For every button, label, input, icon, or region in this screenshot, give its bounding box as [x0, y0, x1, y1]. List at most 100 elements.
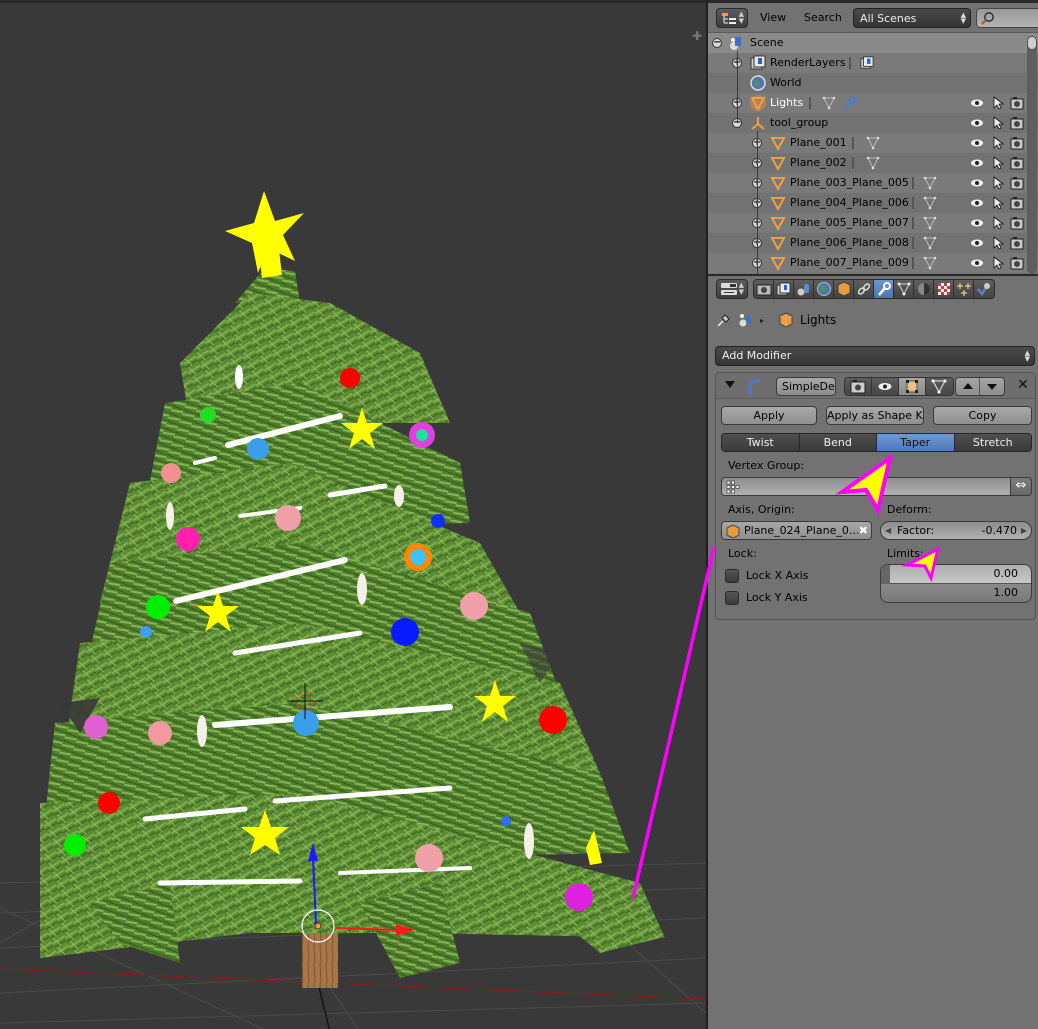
search-menu[interactable]: Search: [804, 11, 842, 24]
visibility-eye-icon[interactable]: [970, 256, 984, 270]
mesh-data-icon[interactable]: [923, 236, 937, 250]
outliner-row-tool-group[interactable]: − tool_group: [708, 113, 1038, 133]
selectability-cursor-icon[interactable]: [991, 196, 1005, 210]
clear-field-x-icon[interactable]: ✖: [859, 522, 868, 539]
selectability-cursor-icon[interactable]: [991, 236, 1005, 250]
mode-stretch[interactable]: Stretch: [954, 434, 1031, 451]
viewport-region-plus-icon[interactable]: ✚: [690, 29, 704, 43]
renderability-camera-icon[interactable]: [1010, 236, 1024, 250]
visibility-eye-icon[interactable]: [970, 116, 984, 130]
modifier-display-toggles: [844, 377, 954, 396]
renderability-camera-icon[interactable]: [1010, 196, 1024, 210]
outliner-search-input[interactable]: [976, 8, 1038, 28]
collapse-icon[interactable]: −: [712, 38, 722, 48]
modifier-wrench-icon[interactable]: [843, 96, 857, 110]
outliner-scrollbar[interactable]: [1027, 36, 1037, 274]
renderability-camera-icon[interactable]: [1010, 116, 1024, 130]
selectability-cursor-icon[interactable]: [991, 156, 1005, 170]
tab-modifiers[interactable]: [874, 280, 894, 298]
visibility-eye-icon[interactable]: [970, 236, 984, 250]
mode-bend[interactable]: Bend: [799, 434, 877, 451]
limit-max-slider[interactable]: 1.00: [881, 584, 1031, 602]
selectability-cursor-icon[interactable]: [991, 216, 1005, 230]
selectability-cursor-icon[interactable]: [991, 176, 1005, 190]
display-mode-select[interactable]: All Scenes ▲ ▼: [853, 8, 971, 28]
view-menu[interactable]: View: [760, 11, 786, 24]
tab-world[interactable]: [814, 280, 834, 298]
renderability-camera-icon[interactable]: [1010, 96, 1024, 110]
tab-material[interactable]: [914, 280, 934, 298]
move-down-button[interactable]: [980, 378, 1004, 395]
outliner-row-renderlayers[interactable]: + RenderLayers: [708, 53, 1038, 73]
selectability-cursor-icon[interactable]: [991, 136, 1005, 150]
tree-top-star: [225, 191, 304, 278]
increment-arrow-icon[interactable]: ▶: [1021, 522, 1027, 539]
scrollbar-thumb[interactable]: [1027, 36, 1037, 50]
limit-min-slider[interactable]: 0.00: [881, 565, 1031, 584]
render-toggle[interactable]: [845, 378, 872, 395]
mesh-data-icon[interactable]: [822, 96, 836, 110]
tab-texture[interactable]: [934, 280, 954, 298]
render-layer-icon[interactable]: [860, 56, 874, 70]
lock-y-axis-label[interactable]: Lock Y Axis: [746, 591, 808, 604]
visibility-eye-icon[interactable]: [970, 136, 984, 150]
on-cage-toggle[interactable]: [926, 378, 953, 395]
visibility-eye-icon[interactable]: [970, 96, 984, 110]
3d-viewport[interactable]: ✚: [0, 0, 706, 1029]
renderability-camera-icon[interactable]: [1010, 156, 1024, 170]
lock-x-axis-checkbox[interactable]: [725, 569, 739, 583]
factor-field[interactable]: ◀ Factor: -0.470 ▶: [880, 521, 1032, 540]
visibility-eye-icon[interactable]: [970, 216, 984, 230]
tab-scene[interactable]: [794, 280, 814, 298]
mode-taper[interactable]: Taper: [877, 434, 955, 451]
pin-icon[interactable]: [716, 312, 732, 328]
mesh-data-icon[interactable]: [923, 176, 937, 190]
apply-as-shape-key-button[interactable]: Apply as Shape K...: [826, 406, 924, 425]
selectability-cursor-icon[interactable]: [991, 256, 1005, 270]
outliner-row-world[interactable]: World: [708, 73, 1038, 93]
editor-type-button[interactable]: ▲ ▼: [716, 279, 748, 299]
collapse-triangle-icon[interactable]: [725, 381, 735, 388]
add-modifier-dropdown[interactable]: Add Modifier ▲ ▼: [715, 346, 1035, 366]
apply-button[interactable]: Apply: [721, 406, 817, 425]
modifier-name-field[interactable]: SimpleDe: [776, 377, 836, 396]
tab-render-layers[interactable]: [774, 280, 794, 298]
lock-y-axis-checkbox[interactable]: [725, 591, 739, 605]
tab-physics[interactable]: [974, 280, 994, 298]
renderability-camera-icon[interactable]: [1010, 176, 1024, 190]
mode-twist[interactable]: Twist: [722, 434, 800, 451]
mesh-data-icon[interactable]: [866, 136, 880, 150]
mesh-data-icon[interactable]: [866, 156, 880, 170]
world-icon: [750, 75, 766, 91]
visibility-eye-icon[interactable]: [970, 176, 984, 190]
lock-x-axis-label[interactable]: Lock X Axis: [746, 569, 808, 582]
editmode-toggle[interactable]: [899, 378, 926, 395]
remove-modifier-close-icon[interactable]: ✕: [1014, 376, 1032, 394]
outliner-row-lights[interactable]: + Lights: [708, 93, 1038, 113]
tab-render[interactable]: [754, 280, 774, 298]
renderability-camera-icon[interactable]: [1010, 256, 1024, 270]
renderability-camera-icon[interactable]: [1010, 136, 1024, 150]
tab-data[interactable]: [894, 280, 914, 298]
editor-type-button[interactable]: ▲ ▼: [716, 8, 748, 28]
mesh-data-icon[interactable]: [923, 256, 937, 270]
invert-vertex-group-toggle[interactable]: ⇔: [1010, 477, 1032, 496]
tab-particles[interactable]: [954, 280, 974, 298]
mesh-data-icon[interactable]: [923, 216, 937, 230]
renderability-camera-icon[interactable]: [1010, 216, 1024, 230]
move-up-button[interactable]: [956, 378, 980, 395]
tab-constraints[interactable]: [854, 280, 874, 298]
tab-object[interactable]: [834, 280, 854, 298]
selectability-cursor-icon[interactable]: [991, 96, 1005, 110]
copy-button[interactable]: Copy: [933, 406, 1032, 425]
decrement-arrow-icon[interactable]: ◀: [885, 522, 891, 539]
vertex-group-input[interactable]: [721, 477, 1011, 496]
axis-origin-field[interactable]: Plane_024_Plane_0... ✖: [721, 521, 872, 540]
mesh-data-icon[interactable]: [923, 196, 937, 210]
visibility-eye-icon[interactable]: [970, 196, 984, 210]
axis-origin-label: Axis, Origin:: [728, 503, 795, 516]
realtime-toggle[interactable]: [872, 378, 899, 395]
visibility-eye-icon[interactable]: [970, 156, 984, 170]
outliner-row-scene[interactable]: − Scene: [708, 33, 1038, 53]
selectability-cursor-icon[interactable]: [991, 116, 1005, 130]
